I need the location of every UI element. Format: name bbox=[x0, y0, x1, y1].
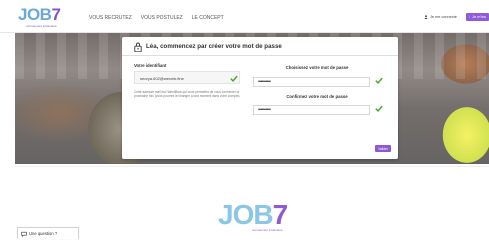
check-icon bbox=[375, 77, 383, 84]
check-icon bbox=[230, 75, 238, 82]
confirm-password-input[interactable] bbox=[253, 105, 370, 115]
question-chat-widget[interactable]: Une question ? bbox=[17, 227, 79, 239]
confirm-password-label: Confirmez votre mot de passe bbox=[286, 94, 348, 99]
nav-vous-postulez[interactable]: VOUS POSTULEZ bbox=[141, 15, 183, 21]
main-nav: VOUS RECRUTEZ VOUS POSTULEZ LE CONCEPT bbox=[89, 15, 224, 21]
lock-icon bbox=[134, 42, 142, 52]
question-label: Une question ? bbox=[29, 231, 58, 236]
site-logo[interactable]: JOB7 recrutement instantané bbox=[18, 5, 61, 29]
identity-label: Votre identifiant bbox=[134, 63, 167, 68]
nav-vous-recrutez[interactable]: VOUS RECRUTEZ bbox=[89, 15, 132, 21]
identity-help-text: Cette adresse mail est l'identifiant qui… bbox=[134, 90, 241, 98]
site-header: JOB7 recrutement instantané VOUS RECRUTE… bbox=[0, 0, 489, 33]
pencil-icon bbox=[469, 16, 471, 18]
identity-field: seorya.602@wecmk.fine bbox=[134, 71, 240, 84]
check-icon bbox=[375, 105, 383, 112]
footer-logo: JOB7 recrutement instantané bbox=[218, 200, 298, 234]
user-icon bbox=[424, 15, 428, 19]
page: JOB7 recrutement instantané VOUS RECRUTE… bbox=[0, 0, 489, 241]
identity-section: Votre identifiant seorya.602@wecmk.fine … bbox=[134, 63, 240, 98]
login-button[interactable]: Je me connecte bbox=[421, 13, 464, 21]
login-label: Je me connecte bbox=[430, 15, 457, 19]
submit-button[interactable]: Valider bbox=[375, 145, 391, 152]
logo-wordmark: JOB7 bbox=[18, 5, 61, 24]
footer-logo-wordmark: JOB7 bbox=[218, 199, 288, 230]
signup-button[interactable]: Je m'ins bbox=[466, 13, 489, 21]
modal-header: Léa, commencez par créer votre mot de pa… bbox=[122, 37, 398, 56]
section-divider bbox=[15, 166, 489, 167]
footer-logo-tagline: recrutement instantané bbox=[252, 228, 283, 232]
password-input[interactable] bbox=[253, 77, 370, 87]
signup-label: Je m'ins bbox=[472, 15, 486, 19]
nav-le-concept[interactable]: LE CONCEPT bbox=[192, 15, 224, 21]
password-label: Choisissez votre mot de passe bbox=[285, 65, 349, 70]
password-creation-modal: Léa, commencez par créer votre mot de pa… bbox=[122, 37, 398, 159]
logo-tagline: recrutement instantané bbox=[26, 24, 57, 28]
modal-title: Léa, commencez par créer votre mot de pa… bbox=[146, 43, 282, 50]
identity-value: seorya.602@wecmk.fine bbox=[140, 76, 184, 81]
chat-bubble-icon bbox=[21, 231, 27, 237]
